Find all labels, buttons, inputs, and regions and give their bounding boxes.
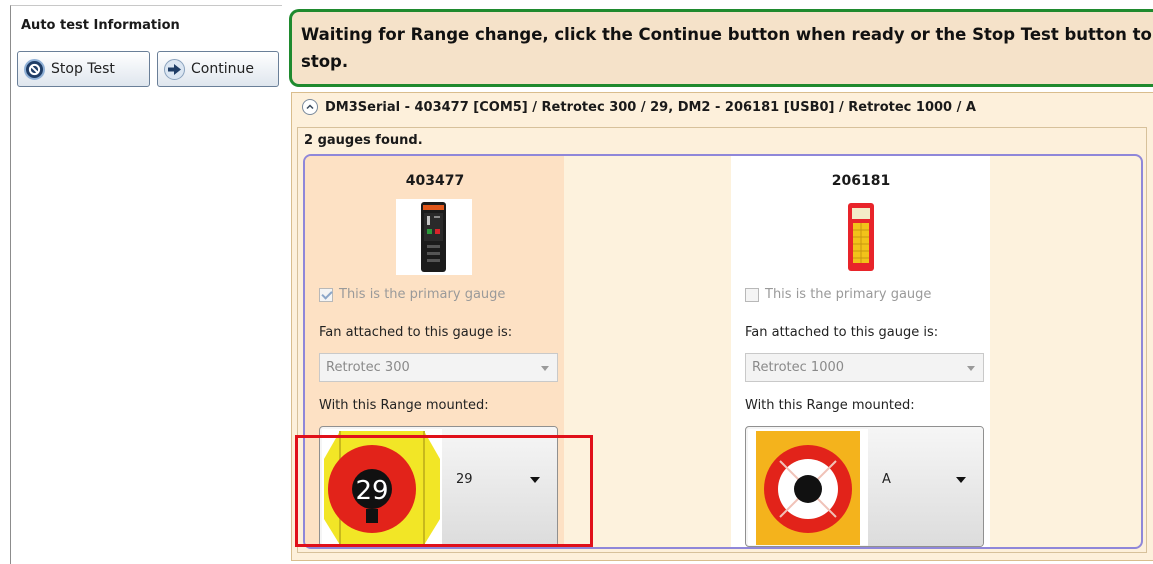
continue-button[interactable]: Continue (157, 51, 279, 87)
highlight-annotation (295, 435, 593, 547)
device-header: DM3Serial - 403477 [COM5] / Retrotec 300… (302, 99, 976, 115)
fan-select-value: Retrotec 1000 (752, 360, 845, 375)
stop-test-label: Stop Test (51, 61, 115, 77)
checkbox-unchecked-icon (745, 287, 759, 302)
range-select[interactable]: A (745, 426, 984, 547)
range-a-ring-icon (748, 429, 868, 545)
dm3-gauge-icon (396, 199, 472, 275)
auto-test-sidebar: Auto test Information (10, 5, 282, 564)
continue-label: Continue (191, 61, 254, 77)
fan-label: Fan attached to this gauge is: (319, 325, 513, 340)
range-label: With this Range mounted: (319, 398, 489, 413)
range-value: A (882, 472, 891, 487)
fan-select[interactable]: Retrotec 300 (319, 353, 558, 382)
gauge-serial: 403477 (405, 173, 465, 189)
arrow-right-icon (164, 58, 185, 80)
checkbox-checked-icon (319, 287, 333, 302)
dm2-gauge-icon (823, 199, 899, 275)
range-label: With this Range mounted: (745, 398, 915, 413)
gauge-card-206181[interactable]: 206181 This is the primary gauge Fan att… (731, 156, 991, 547)
status-message-line1: Waiting for Range change, click the Cont… (301, 25, 1152, 44)
stop-icon (24, 58, 45, 80)
sidebar-title: Auto test Information (21, 18, 180, 33)
device-header-text: DM3Serial - 403477 [COM5] / Retrotec 300… (325, 99, 976, 115)
chevron-down-icon (967, 366, 975, 371)
chevron-down-icon (541, 366, 549, 371)
status-message-line2: stop. (301, 52, 349, 71)
fan-select[interactable]: Retrotec 1000 (745, 353, 984, 382)
primary-gauge-checkbox[interactable]: This is the primary gauge (745, 287, 931, 302)
fan-select-value: Retrotec 300 (326, 360, 410, 375)
primary-gauge-label: This is the primary gauge (339, 287, 506, 302)
range-dropdown-button[interactable]: A (868, 427, 983, 546)
fan-label: Fan attached to this gauge is: (745, 325, 939, 340)
dropdown-arrow-icon (956, 477, 966, 483)
primary-gauge-checkbox[interactable]: This is the primary gauge (319, 287, 505, 302)
gauge-serial: 206181 (831, 173, 891, 189)
collapse-chevron-icon[interactable] (302, 99, 318, 115)
stop-test-button[interactable]: Stop Test (17, 51, 150, 87)
gauges-found-text: 2 gauges found. (304, 133, 423, 148)
primary-gauge-label: This is the primary gauge (765, 287, 932, 302)
status-banner: Waiting for Range change, click the Cont… (289, 9, 1153, 87)
